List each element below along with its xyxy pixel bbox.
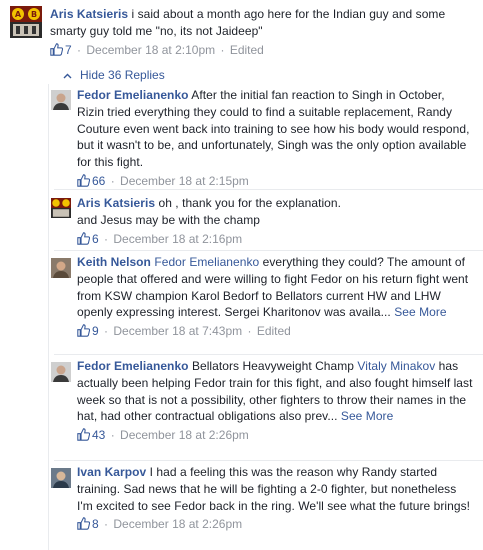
- comment-text: Fedor Emelianenko Bellators Heavyweight …: [77, 358, 473, 425]
- thumbs-up-icon[interactable]: [50, 42, 64, 60]
- thumbs-up-icon[interactable]: [77, 231, 91, 249]
- mention-link[interactable]: Fedor Emelianenko: [154, 255, 259, 269]
- avatar-image: [51, 258, 71, 278]
- like-count[interactable]: 66: [92, 174, 105, 188]
- comment-text: Aris Katsieris i said about a month ago …: [50, 6, 480, 40]
- comment-body-before-mention: Bellators Heavyweight Champ: [191, 359, 355, 373]
- comment-author[interactable]: Fedor Emelianenko: [77, 88, 189, 102]
- chevron-up-icon: [63, 68, 72, 82]
- svg-text:A: A: [15, 10, 22, 19]
- edited-label[interactable]: Edited: [230, 43, 264, 57]
- divider: [54, 250, 483, 251]
- comment-date[interactable]: December 18 at 2:26pm: [113, 517, 242, 531]
- comment-meta: 8 · December 18 at 2:26pm: [77, 516, 473, 534]
- comment-body-line-2: and Jesus may be with the champ: [77, 212, 260, 227]
- thumbs-up-icon[interactable]: [77, 324, 91, 341]
- avatar-image: A B: [10, 6, 42, 38]
- like-count[interactable]: 6: [92, 232, 99, 246]
- avatar-image: [51, 198, 71, 218]
- mention-link[interactable]: Vitaly Minakov: [357, 359, 435, 373]
- comment-date[interactable]: December 18 at 2:10pm: [86, 43, 215, 57]
- comment-date[interactable]: December 18 at 2:16pm: [113, 232, 242, 246]
- avatar[interactable]: [51, 198, 71, 218]
- comment-meta: 6 · December 18 at 2:16pm: [77, 231, 473, 249]
- separator-dot: ·: [104, 324, 109, 339]
- avatar-image: [51, 468, 71, 488]
- like-count[interactable]: 7: [65, 43, 72, 57]
- like-count[interactable]: 9: [92, 324, 99, 338]
- reply-thread-rule: [48, 84, 49, 550]
- avatar-image: [51, 90, 71, 110]
- avatar[interactable]: [51, 468, 71, 488]
- separator-dot: ·: [220, 42, 225, 57]
- separator-dot: ·: [110, 173, 115, 188]
- comment-author[interactable]: Aris Katsieris: [77, 196, 155, 210]
- hide-replies-label: Hide 36 Replies: [80, 68, 165, 82]
- see-more-link[interactable]: See More: [341, 409, 393, 423]
- separator-dot: ·: [247, 324, 252, 339]
- comment-date[interactable]: December 18 at 7:43pm: [113, 324, 242, 338]
- svg-text:B: B: [31, 10, 37, 19]
- like-count[interactable]: 43: [92, 428, 105, 442]
- separator-dot: ·: [104, 231, 109, 246]
- comment-body-line-1: oh , thank you for the explanation.: [158, 196, 342, 210]
- comment-meta: 7 · December 18 at 2:10pm · Edited: [50, 42, 480, 60]
- comment-date[interactable]: December 18 at 2:26pm: [120, 428, 249, 442]
- comment-meta: 43 · December 18 at 2:26pm: [77, 427, 473, 445]
- avatar[interactable]: A B: [10, 6, 42, 38]
- avatar-image: [51, 362, 71, 382]
- hide-replies-button[interactable]: Hide 36 Replies: [63, 68, 165, 82]
- comment-author[interactable]: Fedor Emelianenko: [77, 359, 189, 373]
- see-more-link[interactable]: See More: [394, 305, 446, 319]
- separator-dot: ·: [110, 428, 115, 443]
- separator-dot: ·: [104, 517, 109, 532]
- comment-meta: 9 · December 18 at 7:43pm · Edited: [77, 323, 473, 341]
- comment-date[interactable]: December 18 at 2:15pm: [120, 174, 249, 188]
- comment-author[interactable]: Aris Katsieris: [50, 7, 128, 21]
- comment-text: Fedor Emelianenko After the initial fan …: [77, 87, 473, 171]
- separator-dot: ·: [77, 42, 82, 57]
- comment-author[interactable]: Keith Nelson: [77, 255, 151, 269]
- divider: [54, 460, 483, 461]
- divider: [54, 354, 483, 355]
- thumbs-up-icon[interactable]: [77, 428, 91, 445]
- edited-label[interactable]: Edited: [257, 324, 291, 338]
- avatar[interactable]: [51, 258, 71, 278]
- thumbs-up-icon[interactable]: [77, 517, 91, 534]
- comment-text: Keith Nelson Fedor Emelianenko everythin…: [77, 254, 473, 321]
- avatar[interactable]: [51, 362, 71, 382]
- avatar[interactable]: [51, 90, 71, 110]
- comment-text: Ivan Karpov I had a feeling this was the…: [77, 464, 473, 514]
- divider: [54, 189, 483, 190]
- comment-author[interactable]: Ivan Karpov: [77, 465, 146, 479]
- comment-text: Aris Katsieris oh , thank you for the ex…: [77, 195, 473, 229]
- like-count[interactable]: 8: [92, 517, 99, 531]
